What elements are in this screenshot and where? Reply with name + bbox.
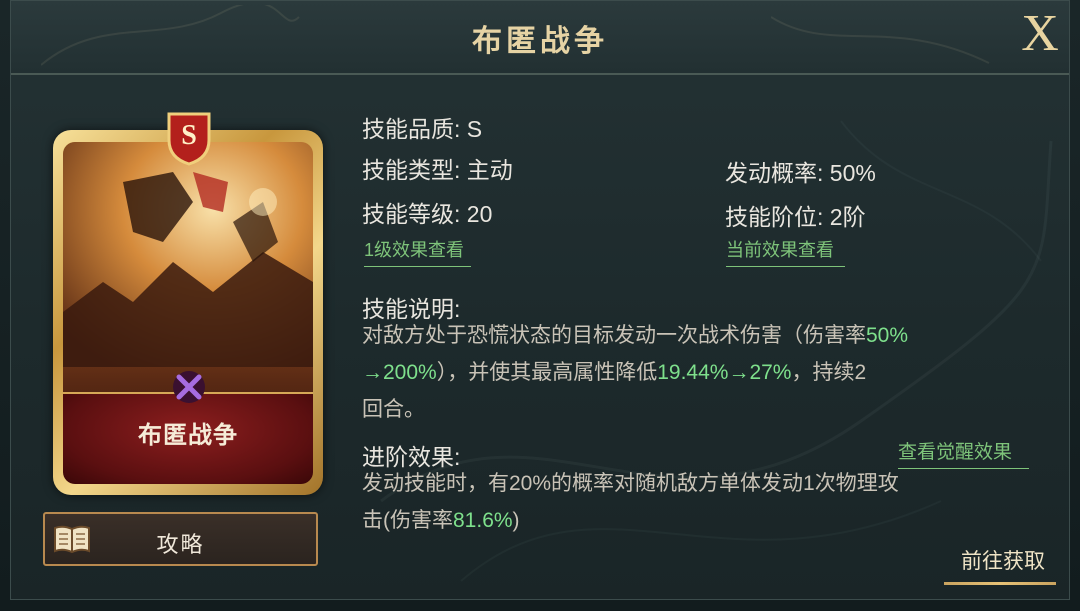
description-line-3: 回合。 bbox=[362, 391, 1042, 428]
skill-description: 对敌方处于恐慌状态的目标发动一次战术伤害（伤害率50% →200%），并使其最高… bbox=[362, 317, 1042, 428]
advance-text: 发动技能时，有20%的概率对随机敌方单体发动1次物理攻 bbox=[362, 472, 899, 495]
card-name: 布匿战争 bbox=[138, 422, 238, 449]
description-line-2: →200%），并使其最高属性降低19.44%→27%，持续2 bbox=[362, 354, 1042, 391]
skill-card: S 布匿战争 bbox=[45, 110, 335, 495]
goto-obtain-button[interactable]: 前往获取 bbox=[944, 545, 1062, 585]
panel-header: 布匿战争 bbox=[11, 1, 1069, 75]
advance-text: ) bbox=[512, 509, 520, 532]
rarity-label: S bbox=[181, 120, 197, 151]
current-effect-link[interactable]: 当前效果查看 bbox=[726, 236, 845, 267]
skill-quality: 技能品质: S bbox=[362, 116, 483, 142]
faction-icon bbox=[173, 371, 205, 403]
description-text: 回合。 bbox=[362, 398, 425, 421]
guide-button-label: 攻略 bbox=[156, 532, 205, 557]
damage-rate-end: →200% bbox=[362, 361, 437, 384]
description-text: ），并使其最高属性降低 bbox=[436, 361, 658, 384]
advance-line-2: 击(伤害率81.6%) bbox=[362, 502, 1042, 539]
description-text: 对敌方处于恐慌状态的目标发动一次战术伤害（伤害率 bbox=[362, 324, 866, 347]
advance-text: 击(伤害率 bbox=[362, 509, 453, 532]
attribute-reduction: 19.44%→27% bbox=[657, 361, 792, 384]
level1-effect-link[interactable]: 1级效果查看 bbox=[364, 236, 471, 267]
close-button[interactable]: X bbox=[1014, 8, 1066, 60]
page-title: 布匿战争 bbox=[472, 25, 608, 58]
description-text: ，持续2 bbox=[791, 361, 867, 384]
advance-line-1: 发动技能时，有20%的概率对随机敌方单体发动1次物理攻 bbox=[362, 465, 1042, 502]
advance-damage-rate: 81.6% bbox=[453, 509, 513, 532]
description-line-1: 对敌方处于恐慌状态的目标发动一次战术伤害（伤害率50% bbox=[362, 317, 1042, 354]
card-artwork bbox=[63, 142, 313, 367]
skill-level: 技能等级: 20 bbox=[362, 201, 493, 227]
damage-rate-start: 50% bbox=[866, 324, 909, 347]
guide-button[interactable]: 攻略 bbox=[43, 512, 318, 566]
skill-type: 技能类型: 主动 bbox=[362, 157, 513, 183]
trigger-rate: 发动概率: 50% bbox=[725, 160, 876, 186]
goto-underline bbox=[944, 582, 1056, 585]
skill-rank: 技能阶位: 2阶 bbox=[725, 204, 866, 230]
advance-description: 发动技能时，有20%的概率对随机敌方单体发动1次物理攻 击(伤害率81.6%) bbox=[362, 465, 1042, 539]
